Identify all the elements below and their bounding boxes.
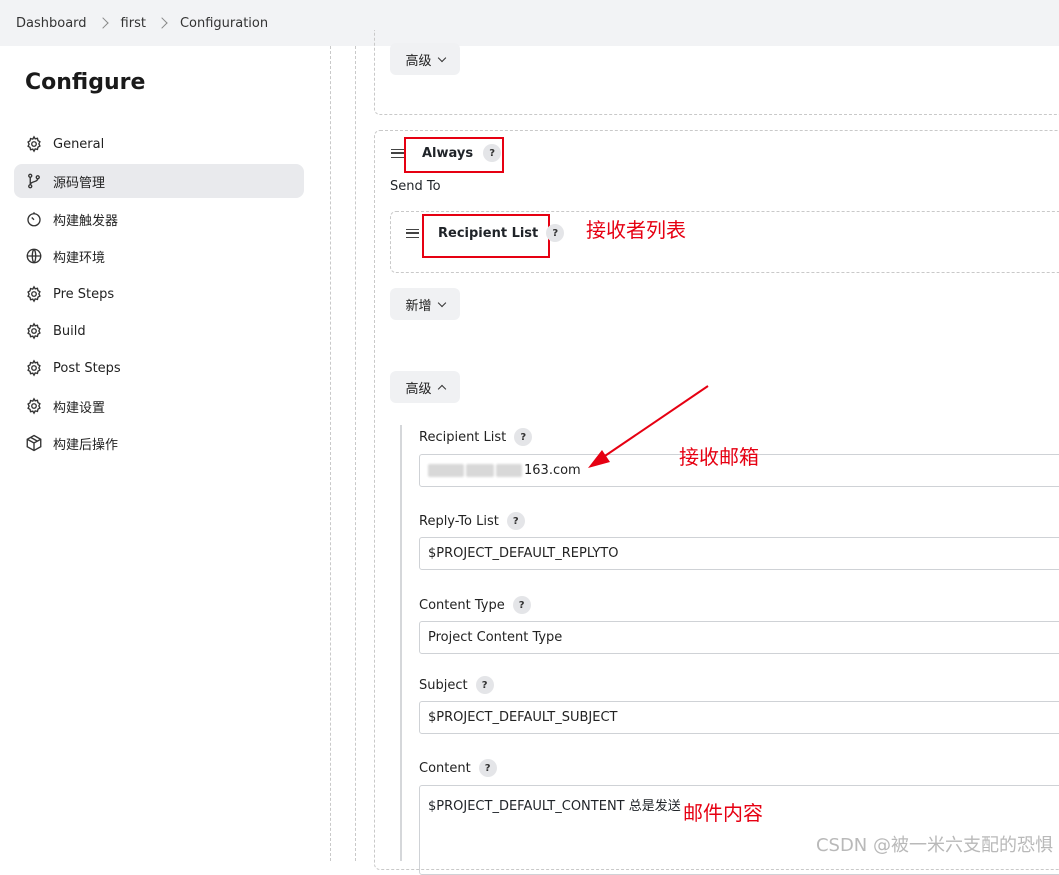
gear-icon — [25, 397, 43, 415]
chevron-up-icon — [437, 384, 446, 393]
sidebar-item-source-control[interactable]: 源码管理 — [14, 164, 304, 198]
sidebar-item-label: Build — [53, 323, 86, 339]
add-button-label: 新增 — [405, 298, 432, 314]
sidebar-item-post-build-actions[interactable]: 构建后操作 — [14, 426, 304, 460]
subject-input[interactable]: $PROJECT_DEFAULT_SUBJECT — [419, 701, 1059, 734]
sidebar-item-general[interactable]: General — [14, 127, 304, 161]
chevron-right-icon — [156, 17, 168, 29]
divider — [355, 46, 356, 861]
trigger-title: Always — [422, 145, 474, 161]
help-icon[interactable]: ? — [514, 428, 533, 446]
package-icon — [25, 434, 43, 452]
drag-handle-icon[interactable] — [391, 149, 404, 158]
help-icon[interactable]: ? — [483, 144, 502, 162]
reply-to-field-label: Reply-To List ? — [419, 512, 525, 530]
send-to-label: Send To — [390, 179, 441, 194]
advanced-label: 高级 — [405, 381, 432, 397]
sidebar-item-label: 构建环境 — [53, 250, 106, 266]
field-label-text: Reply-To List — [419, 513, 499, 529]
subject-field-label: Subject ? — [419, 676, 494, 694]
branch-icon — [25, 172, 43, 190]
gear-icon — [25, 359, 43, 377]
reply-to-input[interactable]: $PROJECT_DEFAULT_REPLYTO — [419, 537, 1059, 570]
sidebar-item-label: 构建后操作 — [53, 437, 119, 453]
help-icon[interactable]: ? — [478, 759, 497, 777]
watermark: CSDN @被一米六支配的恐惧 — [815, 835, 1053, 856]
content-value: $PROJECT_DEFAULT_CONTENT 总是发送 — [428, 799, 681, 814]
content-field-label: Content ? — [419, 759, 497, 777]
field-label-text: Subject — [419, 677, 468, 693]
gear-icon — [25, 135, 43, 153]
annotation-mailbox: 接收邮箱 — [679, 445, 759, 469]
field-label-text: Content Type — [419, 597, 505, 613]
breadcrumb-dashboard[interactable]: Dashboard — [16, 16, 87, 31]
annotation-mail-content: 邮件内容 — [683, 801, 763, 825]
breadcrumb-first[interactable]: first — [121, 16, 146, 31]
drag-handle-icon[interactable] — [406, 229, 419, 238]
content-type-field-label: Content Type ? — [419, 596, 531, 614]
recipient-list-value: 163.com — [524, 463, 581, 478]
field-label-text: Content — [419, 760, 471, 776]
redacted-text — [466, 464, 494, 477]
chevron-down-icon — [437, 53, 446, 62]
page-title: Configure — [25, 70, 146, 95]
clock-icon — [25, 210, 43, 228]
chevron-down-icon — [437, 298, 446, 307]
sidebar-item-build-triggers[interactable]: 构建触发器 — [14, 202, 304, 236]
recipient-list-title: Recipient List — [438, 225, 539, 241]
redacted-text — [428, 464, 464, 477]
sidebar-item-label: Pre Steps — [53, 286, 115, 302]
advanced-label: 高级 — [405, 53, 432, 69]
help-icon[interactable]: ? — [506, 512, 525, 530]
gear-icon — [25, 285, 43, 303]
content-type-select[interactable]: Project Content Type — [419, 621, 1059, 654]
sidebar-item-label: 源码管理 — [53, 175, 106, 191]
help-icon[interactable]: ? — [475, 676, 494, 694]
breadcrumb-configuration[interactable]: Configuration — [180, 16, 268, 31]
sidebar-item-post-steps[interactable]: Post Steps — [14, 351, 304, 385]
help-icon[interactable]: ? — [512, 596, 531, 614]
advanced-toggle-top[interactable]: 高级 — [390, 43, 460, 75]
divider — [330, 46, 331, 861]
advanced-toggle[interactable]: 高级 — [390, 371, 460, 403]
sidebar-item-label: 构建设置 — [53, 400, 106, 416]
sidebar-item-pre-steps[interactable]: Pre Steps — [14, 277, 304, 311]
sidebar-item-label: Post Steps — [53, 360, 121, 376]
sidebar-item-build-environment[interactable]: 构建环境 — [14, 239, 304, 273]
advanced-indent-bar — [400, 425, 402, 861]
sidebar-item-build-settings[interactable]: 构建设置 — [14, 389, 304, 423]
recipient-list-header: Recipient List ? — [438, 224, 565, 242]
redacted-text — [496, 464, 522, 477]
add-button[interactable]: 新增 — [390, 288, 460, 320]
globe-icon — [25, 247, 43, 265]
sidebar-item-label: General — [53, 136, 105, 152]
previous-section — [374, 30, 1059, 115]
chevron-right-icon — [96, 17, 109, 29]
sidebar-item-build[interactable]: Build — [14, 314, 304, 348]
field-label-text: Recipient List — [419, 429, 507, 445]
help-icon[interactable]: ? — [546, 224, 565, 242]
gear-icon — [25, 322, 43, 340]
recipient-list-field-label: Recipient List ? — [419, 428, 533, 446]
annotation-recipient-list: 接收者列表 — [586, 218, 686, 242]
trigger-header: Always ? — [422, 144, 502, 162]
sidebar-item-label: 构建触发器 — [53, 213, 119, 229]
